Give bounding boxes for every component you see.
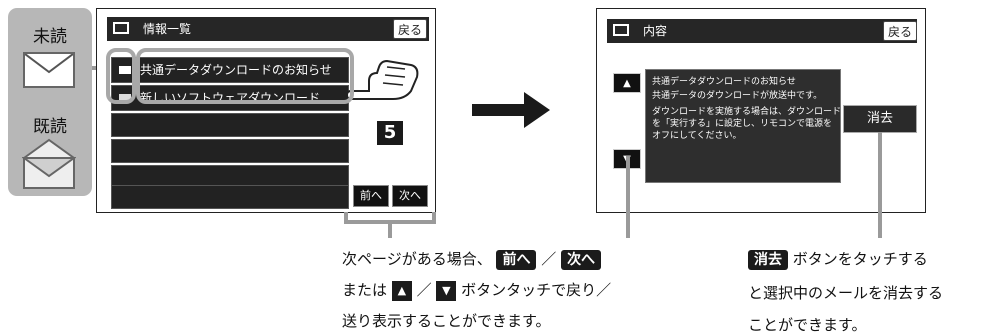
next-page-button[interactable]: 次へ	[392, 185, 428, 207]
back-button[interactable]: 戻る	[393, 19, 427, 39]
caption-slash: ／	[416, 281, 432, 299]
unread-legend-label: 未読	[33, 27, 67, 47]
caption-slash: ／	[541, 250, 557, 268]
up-tag: ▲	[391, 280, 412, 301]
prev-tag: 前へ	[496, 250, 537, 270]
back-button[interactable]: 戻る	[883, 21, 917, 41]
content-title: 内容	[643, 24, 668, 38]
status-icon-highlight	[106, 48, 136, 104]
info-list-title-bar: 情報一覧	[107, 17, 429, 41]
bracket-right	[432, 212, 436, 224]
detail-line: 共通データのダウンロードが放送中です。	[652, 91, 823, 101]
info-list-screen: 情報一覧 戻る 共通データダウンロードのお知らせ 新しいソフトウェアダウンロード…	[96, 8, 436, 213]
caption-text: ボタンタッチで戻り／	[461, 281, 612, 299]
scroll-up-button[interactable]: ▲	[613, 73, 641, 93]
next-tag: 次へ	[561, 250, 602, 270]
caption-text: または	[342, 281, 388, 299]
caption-text: 次ページがある場合、	[342, 250, 492, 268]
envelope-open-icon	[20, 138, 78, 190]
caption-text: ボタンをタッチする	[792, 250, 928, 268]
caption-right-line3: ことができます。	[748, 316, 867, 334]
list-item-empty[interactable]	[111, 113, 349, 137]
detail-line: オフにしてください。	[652, 131, 742, 141]
message-detail-panel: 共通データダウンロードのお知らせ 共通データのダウンロードが放送中です。 ダウン…	[645, 69, 841, 183]
delete-tag: 消去	[748, 250, 788, 270]
down-tag: ▼	[436, 280, 457, 301]
list-item-empty[interactable]	[111, 139, 349, 163]
icon-legend-panel: 未読 既読	[8, 8, 92, 196]
pointing-hand-icon	[345, 57, 429, 119]
title-highlight	[136, 48, 354, 104]
scroll-button-callout	[626, 156, 630, 238]
right-arrow-icon	[472, 90, 552, 130]
content-title-bar: 内容	[607, 19, 917, 43]
detail-line: 共通データダウンロードのお知らせ	[652, 77, 796, 87]
caption-left-line3: 送り表示することができます。	[342, 312, 551, 330]
envelope-closed-icon	[23, 52, 75, 88]
info-list-title: 情報一覧	[143, 22, 192, 36]
delete-button-callout	[878, 132, 882, 238]
bracket-stem	[388, 224, 392, 238]
monitor-icon	[113, 22, 129, 34]
bracket-left	[344, 212, 348, 224]
prev-page-button[interactable]: 前へ	[353, 185, 389, 207]
caption-right-line1: 消去 ボタンをタッチする	[748, 248, 928, 270]
message-content-screen: 内容 戻る 共通データダウンロードのお知らせ 共通データのダウンロードが放送中で…	[596, 8, 926, 213]
caption-right-line2: と選択中のメールを消去する	[748, 284, 944, 302]
list-item-empty[interactable]	[111, 185, 349, 209]
step-badge: 5	[377, 121, 403, 145]
delete-button[interactable]: 消去	[843, 105, 917, 133]
read-legend-label: 既読	[33, 117, 67, 137]
caption-left-line2: または ▲ ／ ▼ ボタンタッチで戻り／	[342, 279, 611, 301]
monitor-icon	[613, 24, 629, 36]
caption-left-line1: 次ページがある場合、 前へ ／ 次へ	[342, 248, 602, 270]
